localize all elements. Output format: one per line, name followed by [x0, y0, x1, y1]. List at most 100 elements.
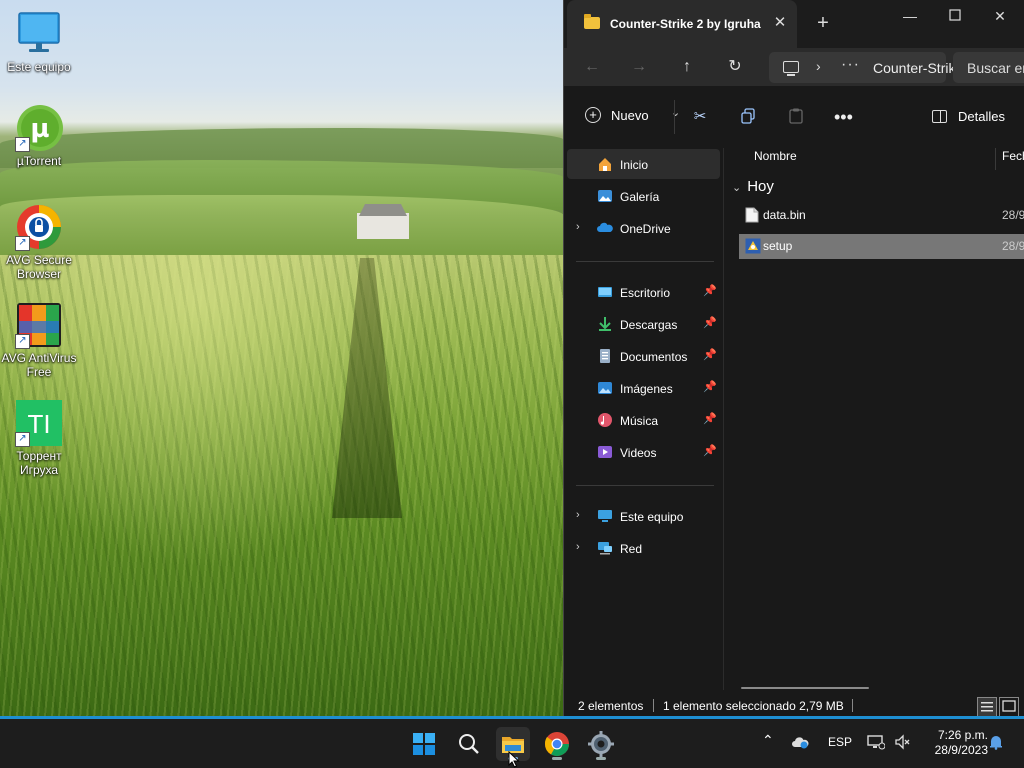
- volume-muted-icon[interactable]: [894, 734, 910, 753]
- maximize-button[interactable]: [939, 6, 971, 26]
- nav-item-onedrive[interactable]: › OneDrive: [567, 213, 720, 243]
- nav-item-desktop[interactable]: Escritorio 📌: [567, 277, 720, 307]
- file-date: 28/9/2023: [1002, 208, 1024, 222]
- desktop-wallpaper: [0, 0, 564, 717]
- farmhouse: [357, 213, 409, 239]
- paste-icon[interactable]: [787, 108, 805, 126]
- nav-item-this-pc[interactable]: › Este equipo: [567, 501, 720, 531]
- network-offline-icon[interactable]: [867, 734, 886, 753]
- nav-item-documents[interactable]: Documentos 📌: [567, 341, 720, 371]
- pin-icon[interactable]: 📌: [703, 348, 717, 361]
- pin-icon[interactable]: 📌: [703, 284, 717, 297]
- pin-icon[interactable]: 📌: [703, 444, 717, 457]
- home-icon: [597, 156, 613, 172]
- nav-item-videos[interactable]: Videos 📌: [567, 437, 720, 467]
- navigation-bar: ← → ↑ ↻ › ··· Counter-Strike 2 by Igruha…: [564, 48, 1024, 86]
- monitor-icon: [15, 10, 63, 58]
- horizontal-scrollbar[interactable]: [741, 687, 869, 689]
- close-window-button[interactable]: ✕: [984, 6, 1016, 26]
- desktop-icon-avg-antivirus[interactable]: ↗ AVG AntiVirus Free: [0, 301, 78, 379]
- close-tab-icon[interactable]: ✕: [772, 13, 788, 33]
- nav-item-network[interactable]: › Red: [567, 533, 720, 563]
- group-header-today[interactable]: ⌄ Hoy: [732, 178, 774, 195]
- desktop-icon-torrent-igruha[interactable]: TI ↗ Торрент Игруха: [0, 399, 78, 477]
- file-name: data.bin: [763, 208, 806, 222]
- shortcut-arrow-icon: ↗: [15, 236, 30, 251]
- chevron-right-icon[interactable]: ›: [816, 58, 821, 74]
- search-placeholder: Buscar en Counter-Strike 2 by Igruha: [967, 60, 1024, 76]
- download-arrow-icon: [597, 316, 613, 332]
- new-tab-button[interactable]: +: [812, 12, 834, 34]
- settings-icon: [588, 731, 614, 757]
- more-locations-icon[interactable]: ···: [841, 56, 860, 74]
- gallery-icon: [597, 188, 613, 204]
- cut-icon[interactable]: ✂: [691, 108, 709, 126]
- desktop-icon-avg-secure-browser[interactable]: ↗ AVG Secure Browser: [0, 203, 78, 281]
- file-row[interactable]: data.bin 28/9/2023: [739, 203, 1024, 228]
- command-bar: + Nuevo ⌄ ✂ ••• Detalles: [564, 86, 1024, 149]
- nav-label: Este equipo: [620, 510, 684, 524]
- nav-item-gallery[interactable]: Galería: [567, 181, 720, 211]
- chevron-right-icon[interactable]: ›: [576, 541, 580, 553]
- nav-item-music[interactable]: Música 📌: [567, 405, 720, 435]
- this-pc-icon: [783, 61, 799, 76]
- divider: [674, 100, 675, 134]
- pin-icon[interactable]: 📌: [703, 316, 717, 329]
- large-icons-view-button[interactable]: [999, 697, 1019, 717]
- start-button[interactable]: [407, 727, 441, 761]
- column-divider[interactable]: [995, 148, 996, 170]
- torrent-igruha-icon: TI ↗: [15, 399, 63, 447]
- details-label: Detalles: [958, 109, 1005, 124]
- column-name-header[interactable]: Nombre: [754, 149, 797, 163]
- search-box[interactable]: Buscar en Counter-Strike 2 by Igruha: [953, 52, 1024, 83]
- nav-item-downloads[interactable]: Descargas 📌: [567, 309, 720, 339]
- this-pc-icon: [597, 508, 613, 524]
- copy-icon[interactable]: [739, 108, 757, 126]
- taskbar-chrome[interactable]: [540, 727, 574, 761]
- file-list: Nombre Fecha de modificación ⌄ Hoy data.b…: [724, 148, 1024, 690]
- running-indicator: [552, 757, 562, 760]
- details-pane-icon: [932, 110, 947, 123]
- chevron-right-icon[interactable]: ›: [576, 221, 580, 233]
- up-button[interactable]: ↑: [675, 55, 699, 79]
- file-explorer-window: Counter-Strike 2 by Igruha ✕ + — ✕ ← → ↑…: [563, 0, 1024, 717]
- details-view-button[interactable]: [977, 697, 997, 717]
- avg-antivirus-icon: ↗: [15, 301, 63, 349]
- nav-item-home[interactable]: Inicio: [567, 149, 720, 179]
- tab-counter-strike[interactable]: Counter-Strike 2 by Igruha ✕: [567, 0, 797, 48]
- column-date-header[interactable]: Fecha de modificación: [1002, 149, 1024, 163]
- notification-bell-icon[interactable]: [988, 734, 1004, 753]
- input-language-indicator[interactable]: ESP: [828, 735, 852, 749]
- taskbar-settings[interactable]: [584, 727, 618, 761]
- chevron-right-icon[interactable]: ›: [576, 509, 580, 521]
- clock[interactable]: 7:26 p.m. 28/9/2023: [918, 728, 988, 758]
- file-row-selected[interactable]: setup 28/9/2023: [739, 234, 1024, 259]
- forward-button[interactable]: →: [627, 55, 651, 79]
- address-bar[interactable]: › ··· Counter-Strike 2 by Igruha: [769, 52, 1024, 83]
- refresh-button[interactable]: ↻: [723, 55, 747, 79]
- back-button[interactable]: ←: [580, 55, 604, 79]
- desktop-icon-label: AVG AntiVirus Free: [1, 351, 77, 379]
- onedrive-tray-icon[interactable]: [791, 735, 809, 752]
- nav-label: Descargas: [620, 318, 678, 332]
- nav-item-pictures[interactable]: Imágenes 📌: [567, 373, 720, 403]
- chevron-down-icon: ⌄: [671, 107, 681, 119]
- status-bar: 2 elementos 1 elemento seleccionado 2,79…: [564, 690, 1024, 717]
- search-icon: [459, 734, 479, 754]
- desktop-icon-utorrent[interactable]: µ ↗ µTorrent: [0, 104, 78, 168]
- search-button[interactable]: [452, 727, 486, 761]
- onedrive-cloud-icon: [597, 220, 613, 236]
- pin-icon[interactable]: 📌: [703, 412, 717, 425]
- minimize-button[interactable]: —: [894, 6, 926, 26]
- clock-date: 28/9/2023: [934, 743, 988, 757]
- running-indicator: [596, 757, 606, 760]
- show-hidden-icons-chevron-up-icon[interactable]: ⌃: [762, 732, 774, 749]
- nav-label: Galería: [620, 190, 660, 204]
- more-options-icon[interactable]: •••: [834, 108, 853, 126]
- desktop-icon-this-pc[interactable]: Este equipo: [0, 10, 78, 74]
- desktop-folder-icon: [597, 284, 613, 300]
- setup-installer-icon: [745, 238, 761, 254]
- mouse-pointer-icon: [508, 751, 520, 768]
- pin-icon[interactable]: 📌: [703, 380, 717, 393]
- nav-label: Música: [620, 414, 659, 428]
